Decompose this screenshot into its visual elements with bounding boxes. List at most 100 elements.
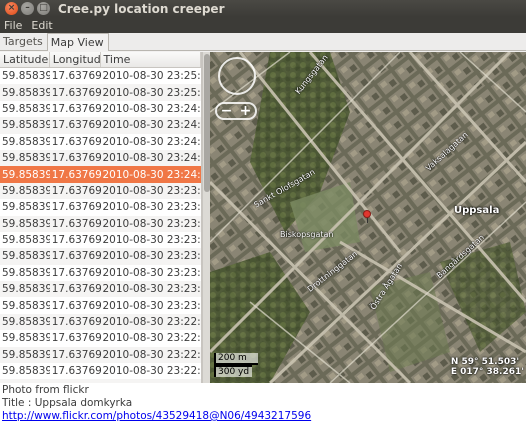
cell-time: 2010-08-30 23:25:00 bbox=[102, 86, 202, 99]
cell-longitude: 17.637691 bbox=[51, 201, 101, 214]
table-row[interactable]: 59.85839317.6376912010-08-30 23:22:38 bbox=[0, 346, 202, 364]
cell-time: 2010-08-30 23:24:43 bbox=[102, 102, 202, 115]
column-header-time[interactable]: Time bbox=[101, 52, 201, 67]
menu-edit[interactable]: Edit bbox=[27, 19, 57, 32]
table-row[interactable]: 59.85839317.6376912010-08-30 23:24:15 bbox=[0, 149, 202, 167]
cell-time: 2010-08-30 23:22:48 bbox=[102, 332, 202, 345]
cell-longitude: 17.637691 bbox=[51, 365, 101, 378]
cell-latitude: 59.858393 bbox=[2, 365, 50, 378]
title-bar: × – □ Cree.py location creeper bbox=[0, 0, 526, 17]
cell-latitude: 59.858393 bbox=[2, 217, 50, 230]
map-view[interactable]: − + Uppsala 200 m 300 yd N 59° 51.503' E… bbox=[210, 52, 526, 383]
cell-time: 2010-08-30 23:22:57 bbox=[102, 316, 202, 329]
location-marker-icon[interactable] bbox=[363, 210, 371, 218]
location-marker-stem bbox=[367, 218, 368, 223]
cell-longitude: 17.637691 bbox=[51, 266, 101, 279]
coord-lon: E 017° 38.261' bbox=[450, 367, 524, 377]
cell-time: 2010-08-30 23:23:39 bbox=[102, 234, 202, 247]
cell-latitude: 59.858393 bbox=[2, 86, 50, 99]
table-header: Latitude Longitude Time bbox=[0, 52, 201, 68]
cell-time: 2010-08-30 23:23:59 bbox=[102, 184, 202, 197]
table-row[interactable]: 59.85839317.6376912010-08-30 23:24:34 bbox=[0, 117, 202, 134]
map-place-label: Uppsala bbox=[454, 205, 500, 216]
cell-time: 2010-08-30 23:23:12 bbox=[102, 283, 202, 296]
table-row[interactable]: 59.85839317.6376912010-08-30 23:24:26 bbox=[0, 134, 201, 150]
cell-latitude: 59.858393 bbox=[2, 201, 50, 214]
cell-time: 2010-08-30 23:23:52 bbox=[102, 201, 202, 214]
cell-longitude: 17.637691 bbox=[51, 283, 101, 296]
cell-longitude: 17.637691 bbox=[51, 332, 101, 345]
table-row[interactable]: 59.85839317.6376912010-08-30 23:22:48 bbox=[0, 330, 201, 346]
pan-control[interactable] bbox=[218, 57, 256, 95]
scale-imperial: 300 yd bbox=[214, 365, 252, 377]
cell-time: 2010-08-30 23:23:46 bbox=[102, 217, 202, 230]
cell-longitude: 17.637691 bbox=[51, 250, 101, 263]
zoom-out-button[interactable]: − bbox=[221, 104, 233, 118]
cell-time: 2010-08-30 23:23:26 bbox=[102, 250, 202, 263]
cell-time: 2010-08-30 23:24:15 bbox=[102, 152, 202, 165]
column-header-latitude[interactable]: Latitude bbox=[0, 52, 50, 67]
table-row[interactable]: 59.85839317.6376912010-08-30 23:22:31 bbox=[0, 363, 201, 379]
cell-time: 2010-08-30 23:24:08 bbox=[102, 168, 202, 181]
cell-latitude: 59.858393 bbox=[2, 250, 50, 263]
cell-latitude: 59.858393 bbox=[2, 266, 50, 279]
cell-longitude: 17.637691 bbox=[51, 348, 101, 361]
tab-bar: Targets Map View bbox=[0, 33, 526, 51]
cell-longitude: 17.637691 bbox=[51, 119, 101, 132]
cell-time: 2010-08-30 23:22:38 bbox=[102, 348, 202, 361]
cell-longitude: 17.637691 bbox=[51, 102, 101, 115]
tab-targets[interactable]: Targets bbox=[0, 33, 47, 50]
table-row[interactable]: 59.85839317.6376912010-08-30 23:22:57 bbox=[0, 313, 202, 331]
cell-longitude: 17.637691 bbox=[51, 86, 101, 99]
location-table: Latitude Longitude Time 59.85839317.6376… bbox=[0, 52, 202, 383]
photo-info-panel: Photo from flickr Title : Uppsala domkyr… bbox=[0, 383, 526, 428]
table-row[interactable]: 59.85839317.6376912010-08-30 23:24:08 bbox=[0, 166, 202, 183]
zoom-in-button[interactable]: + bbox=[240, 104, 252, 118]
table-row[interactable]: 59.85839317.6376912010-08-30 23:25:00 bbox=[0, 84, 202, 101]
cell-longitude: 17.637691 bbox=[51, 135, 101, 148]
street-label: Biskopsgatan bbox=[280, 230, 334, 239]
cell-longitude: 17.637691 bbox=[51, 217, 101, 230]
cell-latitude: 59.858393 bbox=[2, 299, 50, 312]
table-row[interactable]: 59.85839317.6376912010-08-30 23:25:08 bbox=[0, 68, 201, 84]
table-row[interactable]: 59.85839317.6376912010-08-30 23:23:19 bbox=[0, 265, 201, 281]
table-row[interactable]: 59.85839317.6376912010-08-30 23:23:12 bbox=[0, 281, 202, 298]
cell-time: 2010-08-30 23:22:31 bbox=[102, 365, 202, 378]
cell-longitude: 17.637691 bbox=[51, 168, 101, 181]
cell-time: 2010-08-30 23:25:08 bbox=[102, 70, 202, 83]
cell-latitude: 59.858393 bbox=[2, 234, 50, 247]
cell-latitude: 59.858393 bbox=[2, 184, 50, 197]
cell-time: 2010-08-30 23:23:19 bbox=[102, 266, 202, 279]
table-row[interactable]: 59.85839317.6376912010-08-30 23:23:59 bbox=[0, 182, 202, 200]
cell-latitude: 59.858393 bbox=[2, 168, 50, 181]
cell-longitude: 17.637691 bbox=[51, 152, 101, 165]
cell-latitude: 59.858393 bbox=[2, 283, 50, 296]
table-row[interactable]: 59.85839317.6376912010-08-30 23:23:04 bbox=[0, 297, 201, 313]
minimize-icon[interactable]: – bbox=[21, 2, 34, 15]
table-row[interactable]: 59.85839317.6376912010-08-30 23:23:26 bbox=[0, 248, 202, 265]
cell-latitude: 59.858393 bbox=[2, 70, 50, 83]
cell-latitude: 59.858393 bbox=[2, 348, 50, 361]
table-scrollbar[interactable] bbox=[202, 52, 210, 383]
cell-longitude: 17.637691 bbox=[51, 299, 101, 312]
menu-file[interactable]: File bbox=[0, 19, 27, 32]
column-header-longitude[interactable]: Longitude bbox=[50, 52, 101, 67]
photo-link[interactable]: http://www.flickr.com/photos/43529418@N0… bbox=[2, 410, 524, 423]
cell-longitude: 17.637691 bbox=[51, 70, 101, 83]
close-icon[interactable]: × bbox=[5, 2, 18, 15]
cell-latitude: 59.858393 bbox=[2, 332, 50, 345]
window-controls: × – □ bbox=[5, 2, 50, 15]
cell-time: 2010-08-30 23:23:04 bbox=[102, 299, 202, 312]
cell-latitude: 59.858393 bbox=[2, 316, 50, 329]
maximize-icon[interactable]: □ bbox=[37, 2, 50, 15]
map-scale: 200 m 300 yd bbox=[214, 353, 258, 377]
table-row[interactable]: 59.85839317.6376912010-08-30 23:24:43 bbox=[0, 101, 201, 117]
table-row[interactable]: 59.85839317.6376912010-08-30 23:23:52 bbox=[0, 199, 201, 215]
scale-metric: 200 m bbox=[214, 353, 258, 365]
cell-latitude: 59.858393 bbox=[2, 135, 50, 148]
table-row[interactable]: 59.85839317.6376912010-08-30 23:23:46 bbox=[0, 215, 202, 232]
tab-map-view[interactable]: Map View bbox=[46, 33, 109, 51]
cell-longitude: 17.637691 bbox=[51, 184, 101, 197]
cell-time: 2010-08-30 23:24:34 bbox=[102, 119, 202, 132]
table-row[interactable]: 59.85839317.6376912010-08-30 23:23:39 bbox=[0, 232, 201, 248]
